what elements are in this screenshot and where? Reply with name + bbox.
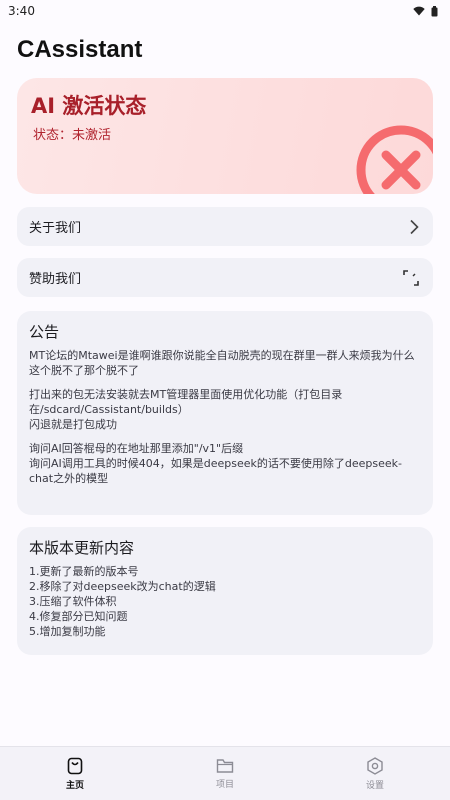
update-item: 1.更新了最新的版本号	[29, 565, 139, 578]
wifi-icon	[413, 6, 425, 16]
update-item: 4.修复部分已知问题	[29, 610, 128, 623]
notice-title: 公告	[29, 323, 60, 341]
about-us-label: 关于我们	[29, 221, 82, 236]
notice-paragraph: 打出来的包无法安装就去MT管理器里面使用优化功能（打包目录在/sdcard/Ca…	[29, 388, 343, 431]
update-item: 5.增加复制功能	[29, 625, 106, 638]
update-item: 3.压缩了软件体积	[29, 595, 117, 608]
activation-status-text: 状态：未激活	[33, 128, 112, 143]
nav-home-label: 主页	[65, 780, 84, 791]
status-bar: 3:40	[0, 0, 450, 22]
notice-paragraph: MT论坛的Mtawei是谁啊谁跟你说能全自动脱壳的现在群里一群人来烦我为什么这个…	[29, 349, 415, 377]
app-title: CAssistant	[17, 36, 143, 63]
hexagon-settings-icon	[367, 756, 383, 775]
nav-projects[interactable]: 项目	[150, 747, 300, 800]
nav-settings[interactable]: 设置	[300, 747, 450, 800]
nav-settings-label: 设置	[365, 780, 384, 791]
status-time: 3:40	[8, 4, 35, 18]
nav-projects-label: 项目	[215, 779, 234, 790]
notice-paragraph: 询问AI回答棍母的在地址那里添加"/v1"后缀 询问AI调用工具的时候404，如…	[29, 442, 403, 485]
nav-home[interactable]: 主页	[0, 747, 150, 800]
x-circle-icon	[356, 125, 433, 194]
battery-icon	[431, 5, 438, 16]
status-icons	[413, 5, 438, 17]
notice-card: 公告 MT论坛的Mtawei是谁啊谁跟你说能全自动脱壳的现在群里一群人来烦我为什…	[17, 311, 433, 515]
about-us-row[interactable]: 关于我们	[17, 207, 433, 246]
update-notes-card: 本版本更新内容 1.更新了最新的版本号 2.移除了对deepseek改为chat…	[17, 527, 433, 655]
expand-corners-icon	[403, 269, 419, 286]
activation-status-card[interactable]: AI 激活状态 状态：未激活	[17, 78, 433, 194]
sponsor-us-label: 赞助我们	[29, 272, 82, 287]
bag-icon	[67, 757, 83, 774]
bottom-navigation: 主页 项目 设置	[0, 746, 450, 800]
update-notes-title: 本版本更新内容	[29, 539, 135, 557]
update-item: 2.移除了对deepseek改为chat的逻辑	[29, 580, 216, 593]
activation-title: AI 激活状态	[31, 94, 147, 118]
folder-icon	[216, 758, 234, 773]
sponsor-us-row[interactable]: 赞助我们	[17, 258, 433, 297]
chevron-right-icon	[410, 219, 419, 234]
